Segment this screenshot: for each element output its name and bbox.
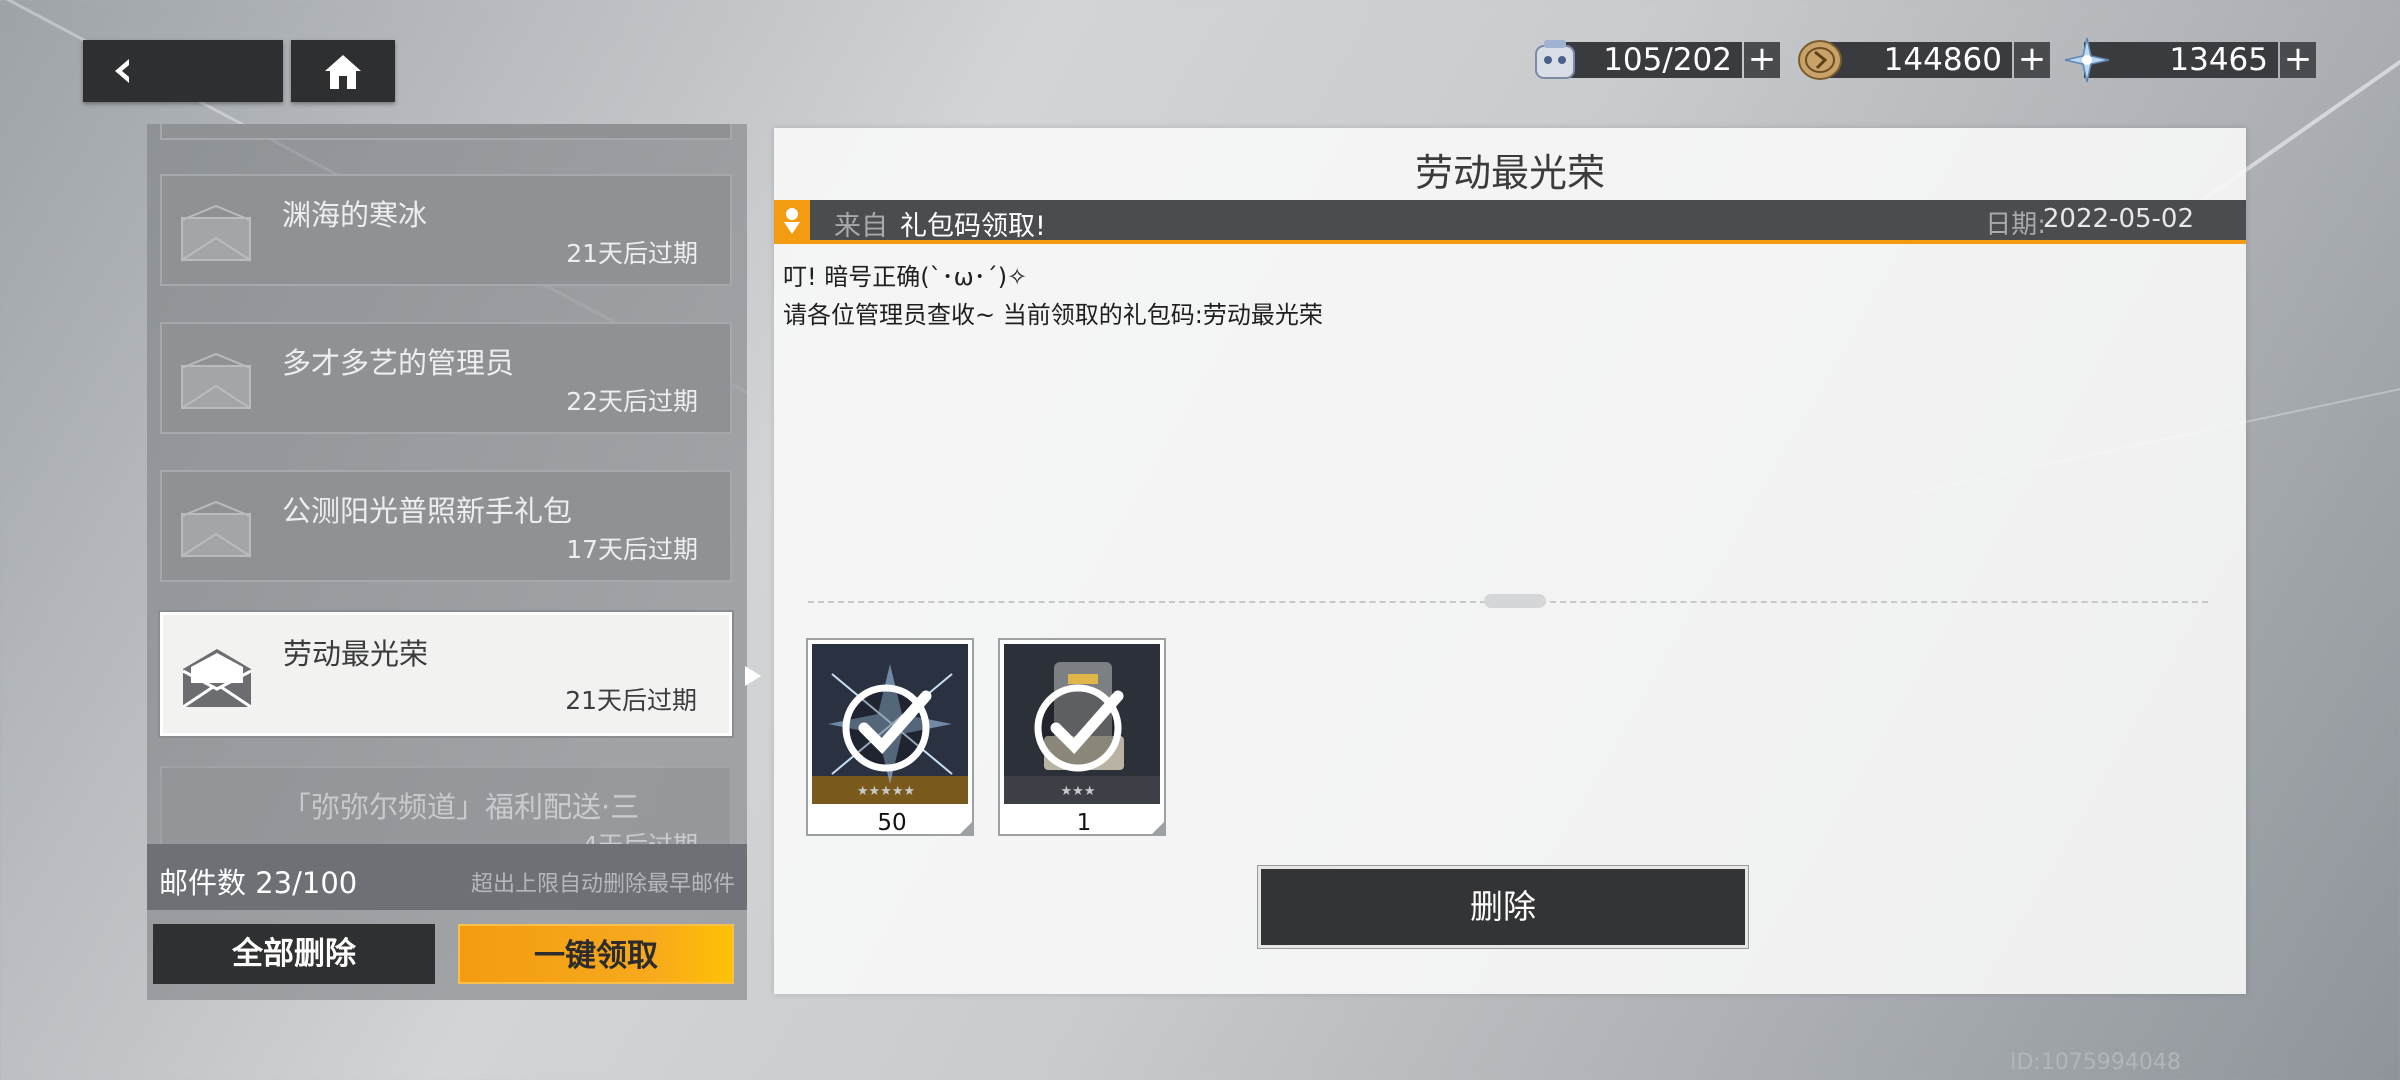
home-button[interactable] — [291, 40, 395, 102]
sender-bar: 来自 礼包码领取! 日期: 2022-05-02 — [774, 200, 2246, 244]
mail-item[interactable]: 多才多艺的管理员 22天后过期 — [160, 322, 732, 434]
mail-list-panel: 渊海的寒冰 21天后过期 多才多艺的管理员 22天后过期 公测阳光普照新手礼包 … — [147, 124, 747, 1000]
coin-counter: 144860 + — [1795, 40, 2050, 80]
mail-list[interactable]: 渊海的寒冰 21天后过期 多才多艺的管理员 22天后过期 公测阳光普照新手礼包 … — [147, 124, 747, 844]
mail-item-expiry: 17天后过期 — [566, 535, 698, 564]
mail-item-expiry: 21天后过期 — [566, 239, 698, 268]
mail-item-title: 劳动最光荣 — [283, 637, 429, 671]
sender-pin-icon — [774, 200, 810, 240]
delete-all-button[interactable]: 全部删除 — [153, 924, 435, 984]
claim-all-button[interactable]: 一键领取 — [458, 924, 734, 984]
reward-item[interactable]: ★★★★★ 50 — [806, 638, 974, 836]
envelope-icon — [181, 204, 251, 261]
claimed-check-icon — [842, 684, 932, 772]
reward-stars: ★★★ — [1060, 784, 1096, 799]
mail-detail-panel: 劳动最光荣 来自 礼包码领取! 日期: 2022-05-02 叮! 暗号正确(`… — [774, 128, 2246, 994]
mail-count-hint: 超出上限自动删除最早邮件 — [470, 872, 735, 897]
mail-item[interactable]: 渊海的寒冰 21天后过期 — [160, 174, 732, 286]
reward-stars: ★★★★★ — [856, 784, 916, 799]
mail-item-title: 「弥弥尔频道」福利配送·三 — [282, 790, 640, 824]
back-button[interactable] — [83, 40, 283, 102]
reward-corner — [958, 820, 974, 836]
mail-title: 劳动最光荣 — [1414, 151, 1605, 195]
mail-body-line: 叮! 暗号正确(`･ω･´)✧ — [783, 263, 1028, 291]
crystal-counter: 13465 + — [2062, 37, 2316, 83]
mail-item-expiry: 21天后过期 — [565, 686, 697, 715]
crystal-icon — [2064, 37, 2110, 83]
sender-label: 来自 — [834, 211, 888, 242]
reward-quantity: 1 — [1076, 810, 1092, 836]
reward-quantity: 50 — [877, 810, 907, 836]
envelope-icon — [181, 500, 251, 557]
mail-item-expiry: 4天后过期 — [582, 826, 698, 844]
user-id: ID:1075994048 — [2010, 1050, 2181, 1075]
mail-body-line: 请各位管理员查收~ 当前领取的礼包码:劳动最光荣 — [783, 301, 1323, 329]
mail-item-title: 多才多艺的管理员 — [282, 346, 515, 380]
mail-item[interactable]: 「弥弥尔频道」福利配送·三 4天后过期 — [160, 766, 732, 844]
mail-item-title: 渊海的寒冰 — [282, 198, 428, 232]
coin-value: 144860 — [1883, 42, 2002, 78]
mail-body: 叮! 暗号正确(`･ω･´)✧ 请各位管理员查收~ 当前领取的礼包码:劳动最光荣 — [783, 258, 1323, 334]
claimed-check-icon — [1034, 684, 1124, 772]
mail-item-selected[interactable]: 劳动最光荣 21天后过期 — [160, 612, 732, 736]
mail-count: 邮件数 23/100 — [159, 866, 358, 900]
selection-pointer — [745, 666, 761, 686]
stamina-plus-button[interactable]: + — [1744, 42, 1780, 78]
mail-item[interactable]: 公测阳光普照新手礼包 17天后过期 — [160, 470, 732, 582]
date-value: 2022-05-02 — [2042, 204, 2194, 234]
coin-icon — [1798, 40, 1842, 80]
envelope-icon — [181, 352, 251, 409]
stamina-value: 105/202 — [1603, 42, 1732, 78]
mail-item-title: 公测阳光普照新手礼包 — [282, 494, 573, 528]
home-icon — [325, 55, 361, 89]
stamina-icon — [1535, 40, 1575, 79]
reward-item[interactable]: ★★★ 1 — [998, 638, 1166, 836]
crystal-value: 13465 — [2169, 42, 2268, 78]
sender-value: 礼包码领取! — [900, 211, 1046, 242]
coin-plus-button[interactable]: + — [2014, 42, 2050, 78]
divider-knob — [1484, 594, 1546, 608]
date-label: 日期: — [1985, 210, 2046, 240]
crystal-plus-button[interactable]: + — [2280, 42, 2316, 78]
open-envelope-icon — [182, 649, 252, 709]
reward-corner — [1150, 820, 1166, 836]
mail-item[interactable] — [160, 124, 732, 140]
back-arrow-icon — [115, 59, 129, 83]
mail-count-bar: 邮件数 23/100 超出上限自动删除最早邮件 — [147, 844, 747, 910]
mail-item-expiry: 22天后过期 — [566, 387, 698, 416]
delete-button[interactable]: 删除 — [1258, 866, 1748, 948]
stamina-counter: 105/202 + — [1530, 40, 1780, 80]
